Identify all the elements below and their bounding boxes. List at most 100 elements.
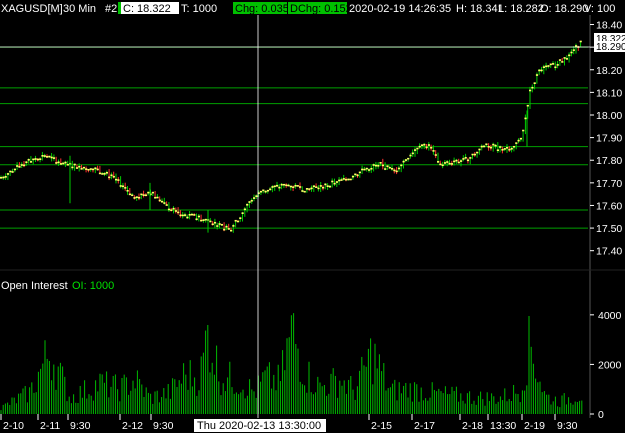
price-bar-close-tick: [572, 49, 575, 51]
price-bar-close-tick: [121, 185, 125, 188]
price-bar-close-tick: [50, 156, 53, 159]
price-bar-close-tick: [62, 162, 65, 165]
price-bar-close-tick: [43, 155, 46, 157]
price-bar-close-tick: [529, 89, 532, 92]
price-bar-close-tick: [154, 196, 157, 199]
price-bar-close-tick: [144, 194, 148, 197]
price-bar-close-tick: [103, 173, 106, 175]
price-bar-close-tick: [519, 137, 522, 140]
price-bar-close-tick: [285, 184, 288, 187]
price-bar-close-tick: [368, 169, 371, 171]
price-bar-close-tick: [418, 145, 421, 148]
price-bar-close-tick: [55, 162, 58, 164]
price-bar-close-tick: [23, 164, 26, 167]
price-bar-close-tick: [98, 172, 102, 175]
price-bar-close-tick: [220, 223, 223, 226]
price-bar-close-tick: [414, 149, 417, 151]
price-bar-close-tick: [89, 168, 92, 170]
price-bar-close-tick: [345, 178, 348, 181]
price-bar-close-tick: [476, 151, 479, 154]
price-bar-close-tick: [46, 156, 49, 158]
interval-label: 30 Min: [63, 3, 96, 15]
price-bar-close-tick: [402, 160, 405, 163]
price-bar-close-tick: [538, 69, 541, 72]
price-bar-close-tick: [223, 228, 226, 231]
price-bar-close-tick: [25, 161, 28, 164]
price-bar-close-tick: [179, 214, 182, 217]
price-bar-close-tick: [248, 201, 251, 203]
price-axis-label: 18.40: [596, 20, 622, 32]
price-axis-label: 18.00: [596, 110, 622, 122]
price-bar-close-tick: [167, 208, 171, 211]
price-bar-close-tick: [218, 223, 221, 225]
price-bar-close-tick: [209, 220, 212, 223]
price-axis-label: 17.80: [596, 155, 622, 167]
price-bar-close-tick: [259, 190, 263, 193]
price-bar-close-tick: [397, 167, 401, 170]
price-bar-close-tick: [483, 145, 486, 148]
crosshair-time-label: Thu 2020-02-13 13:30:00: [194, 419, 326, 432]
price-bar-close-tick: [407, 157, 410, 160]
price-bar-close-tick: [496, 149, 499, 152]
price-bar-close-tick: [492, 143, 495, 146]
price-bar-close-tick: [234, 219, 237, 222]
price-bar-close-tick: [131, 194, 134, 197]
price-axis-label: 17.40: [596, 246, 622, 258]
price-bar-close-tick: [0, 176, 3, 179]
price-bar-close-tick: [39, 158, 42, 161]
price-bar-close-tick: [455, 159, 458, 162]
price-bar-close-tick: [184, 214, 187, 216]
price-axis-label: 17.50: [596, 223, 622, 235]
price-bar-close-tick: [370, 167, 373, 170]
price-bar-close-tick: [386, 165, 389, 167]
price-bar-close-tick: [172, 207, 175, 210]
oi-axis-label: 4000: [598, 310, 622, 322]
price-bar-close-tick: [328, 185, 332, 188]
price-bar-close-tick: [138, 196, 141, 199]
price-bar-close-tick: [190, 213, 194, 216]
price-bar-close-tick: [163, 202, 166, 204]
price-bar-close-tick: [151, 191, 154, 194]
price-axis-label: 17.70: [596, 178, 622, 190]
price-bar-close-tick: [361, 168, 364, 171]
price-bar-close-tick: [340, 179, 343, 181]
price-bar-close-tick: [526, 104, 529, 107]
close-value: C: 18.322: [123, 3, 171, 15]
price-bar-close-tick: [308, 188, 311, 190]
price-bar-close-tick: [9, 170, 12, 173]
price-bar-close-tick: [266, 189, 269, 192]
price-bar-close-tick: [292, 186, 295, 188]
open-value: O: 18.290: [540, 3, 588, 15]
price-bar-close-tick: [404, 159, 407, 161]
price-bar-close-tick: [73, 163, 76, 166]
time-axis-label: 2-19: [524, 420, 545, 432]
price-bar-close-tick: [450, 163, 453, 165]
price-bar-close-tick: [545, 65, 548, 68]
oi-axis-label: 2000: [598, 359, 622, 371]
price-bar-close-tick: [57, 161, 60, 164]
price-bar-close-tick: [331, 180, 334, 183]
price-bar-close-tick: [395, 170, 398, 173]
price-bar-close-tick: [195, 218, 198, 221]
price-bar-close-tick: [315, 186, 318, 189]
price-bar-close-tick: [119, 185, 122, 187]
time-axis-label: 2-11: [40, 420, 60, 432]
high-value: H: 18.341: [456, 3, 504, 15]
price-bar-close-tick: [565, 58, 568, 60]
price-bar-close-tick: [540, 69, 543, 72]
price-bar-close-tick: [269, 188, 272, 191]
price-bar-close-tick: [533, 82, 536, 84]
price-bar-close-tick: [213, 221, 217, 224]
price-bar-close-tick: [11, 171, 14, 173]
price-bar-close-tick: [363, 168, 366, 171]
time-axis-label: 13:30: [490, 420, 516, 432]
price-bar-close-tick: [448, 162, 451, 165]
price-bar-close-tick: [241, 212, 244, 215]
price-bar-close-tick: [34, 158, 37, 160]
price-bar-close-tick: [453, 160, 456, 163]
dchg-value: DChg: 0.152: [290, 3, 352, 15]
price-bar-close-tick: [142, 194, 145, 196]
price-bar-close-tick: [225, 225, 228, 228]
price-bar-close-tick: [211, 223, 214, 226]
time-axis-label: 2-17: [414, 420, 435, 432]
